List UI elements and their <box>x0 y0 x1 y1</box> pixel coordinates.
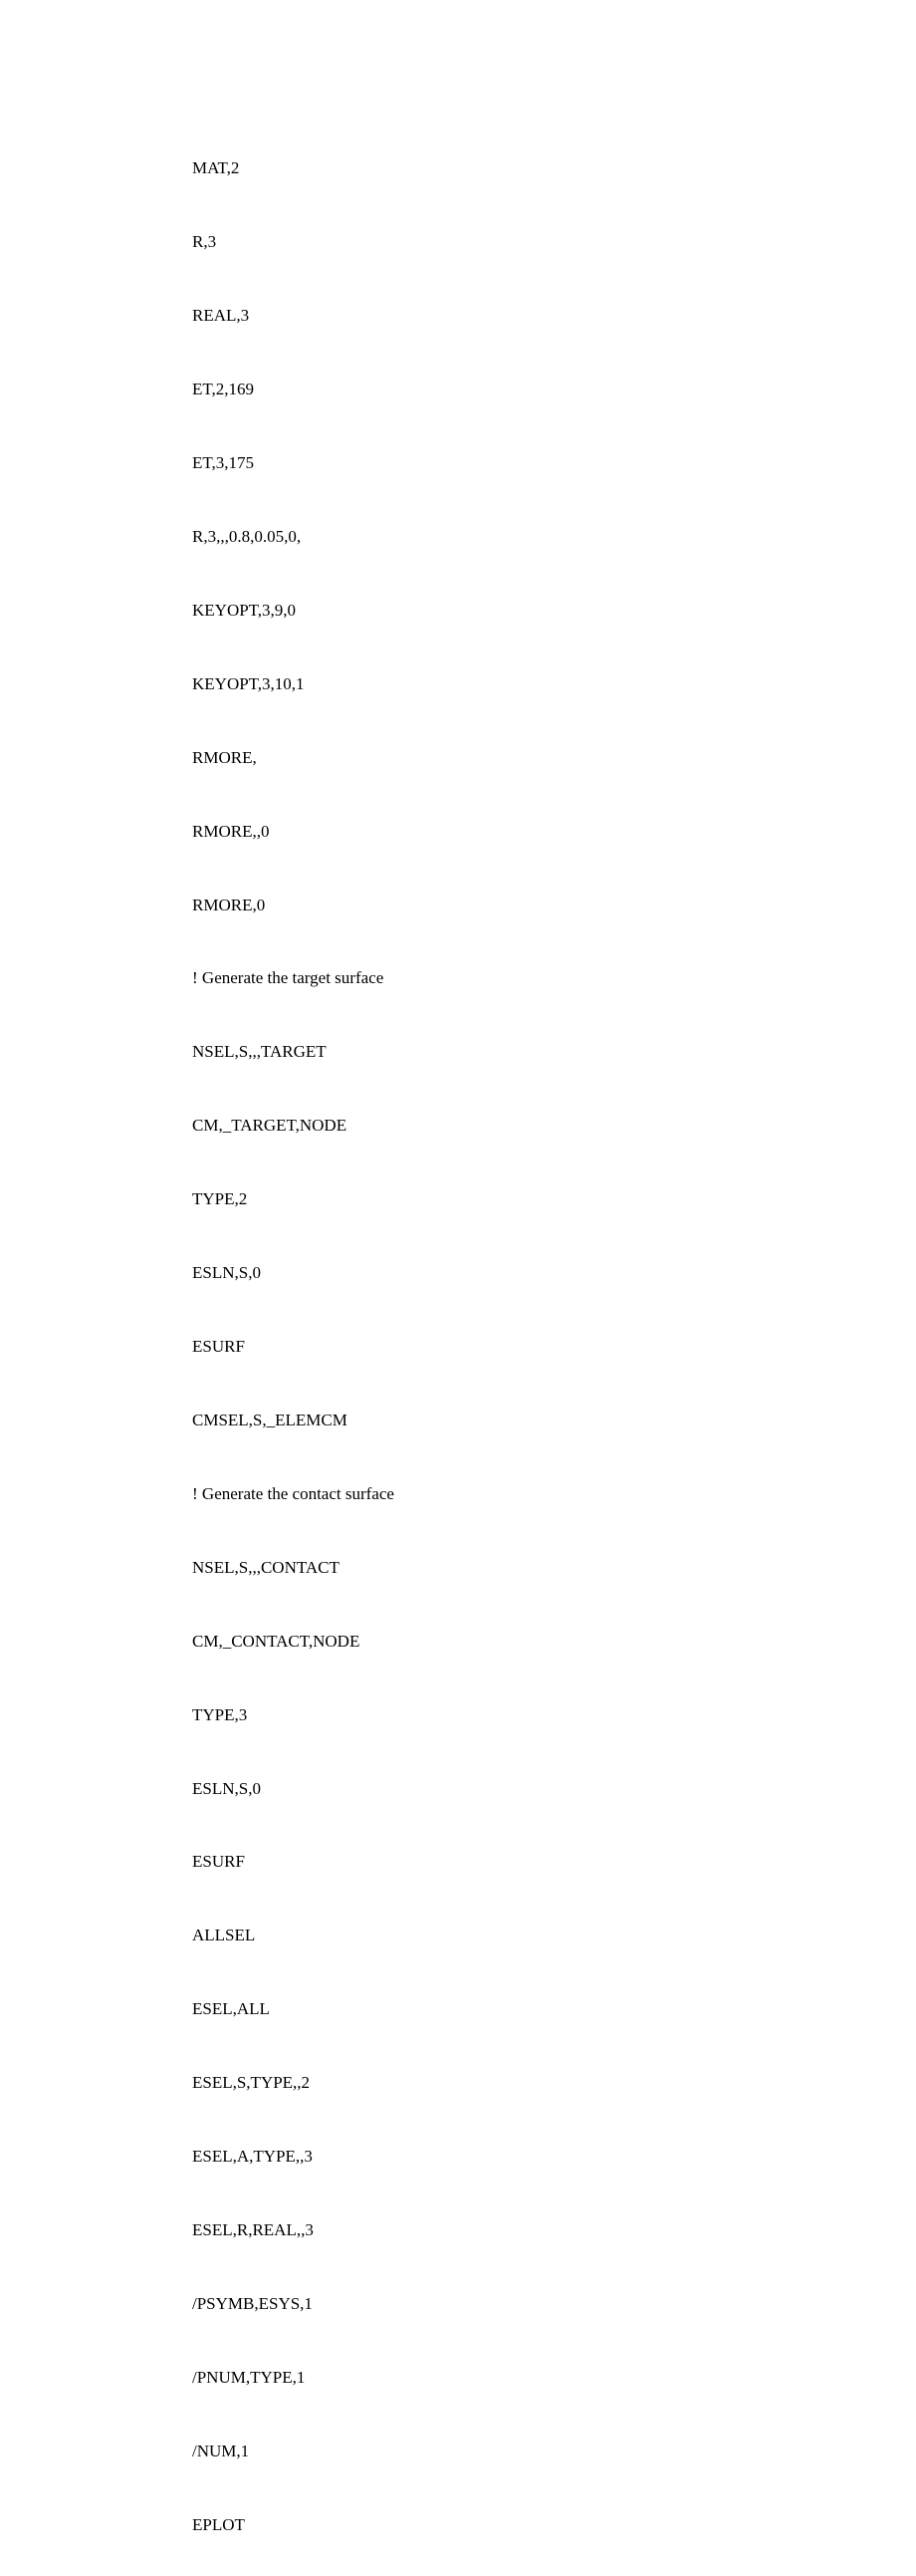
code-line: ! Generate the contact surface <box>192 1482 916 1507</box>
code-line: ESLN,S,0 <box>192 1261 916 1286</box>
code-line: TYPE,2 <box>192 1187 916 1212</box>
code-listing: MAT,2 R,3 REAL,3 ET,2,169 ET,3,175 R,3,,… <box>192 108 916 2576</box>
code-line: CMSEL,S,_ELEMCM <box>192 1409 916 1433</box>
code-line: R,3 <box>192 230 916 255</box>
code-line: NSEL,S,,,TARGET <box>192 1040 916 1065</box>
code-line: ESLN,S,0 <box>192 1777 916 1802</box>
code-line: TYPE,3 <box>192 1703 916 1728</box>
code-line: /PSYMB,ESYS,1 <box>192 2292 916 2317</box>
code-line: ESEL,S,TYPE,,2 <box>192 2071 916 2096</box>
code-line: R,3,,,0.8,0.05,0, <box>192 525 916 550</box>
code-line: KEYOPT,3,10,1 <box>192 672 916 697</box>
code-line: MAT,2 <box>192 156 916 181</box>
code-line: NSEL,S,,,CONTACT <box>192 1556 916 1581</box>
code-line: RMORE,0 <box>192 894 916 918</box>
code-line: ESURF <box>192 1335 916 1360</box>
code-line: ESURF <box>192 1850 916 1875</box>
code-line: CM,_CONTACT,NODE <box>192 1630 916 1655</box>
code-line: ALLSEL <box>192 1924 916 1948</box>
code-line: ! Generate the target surface <box>192 966 916 991</box>
code-line: RMORE, <box>192 746 916 771</box>
code-line: CM,_TARGET,NODE <box>192 1114 916 1139</box>
code-line: ESEL,A,TYPE,,3 <box>192 2145 916 2170</box>
code-line: RMORE,,0 <box>192 820 916 845</box>
code-line: ESEL,R,REAL,,3 <box>192 2218 916 2243</box>
code-line: /PNUM,TYPE,1 <box>192 2366 916 2391</box>
code-line: /NUM,1 <box>192 2440 916 2464</box>
code-line: KEYOPT,3,9,0 <box>192 599 916 624</box>
code-line: ESEL,ALL <box>192 1997 916 2022</box>
code-line: EPLOT <box>192 2513 916 2538</box>
code-line: REAL,3 <box>192 304 916 329</box>
code-line: ET,2,169 <box>192 378 916 402</box>
code-line: ET,3,175 <box>192 451 916 476</box>
